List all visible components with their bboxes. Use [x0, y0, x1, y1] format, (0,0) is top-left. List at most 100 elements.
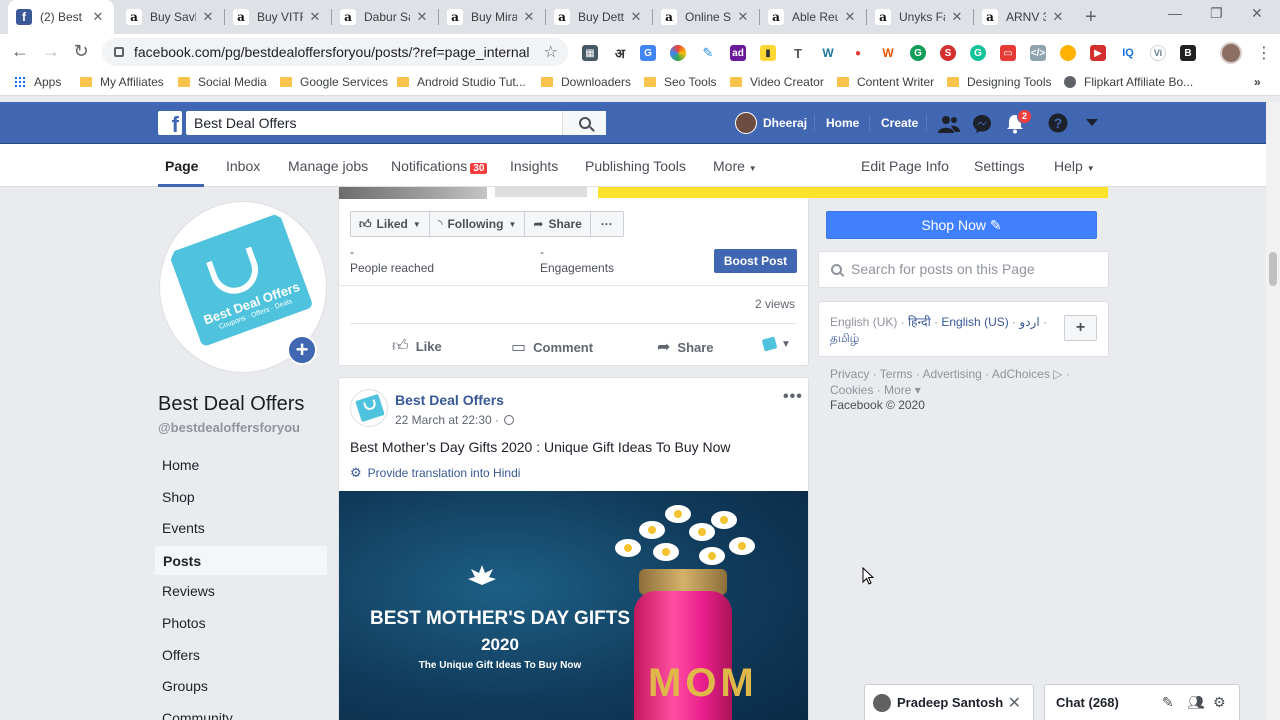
browser-tab[interactable]: a Buy VITR ✕ — [225, 0, 331, 34]
tab-insights[interactable]: Insights — [510, 158, 558, 174]
boost-post-button[interactable]: Boost Post — [714, 249, 797, 273]
extension-pen-icon[interactable]: ✎ — [700, 45, 716, 61]
extension-video-icon[interactable]: ▭ — [1000, 45, 1016, 61]
bookmark-folder[interactable]: Content Writer — [837, 75, 934, 89]
footer-links-line[interactable]: Cookies · More ▾ — [830, 382, 1070, 398]
profile-link[interactable]: Dheeraj — [735, 102, 807, 144]
bookmark-folder[interactable]: Social Media — [178, 75, 267, 89]
extension-wp-icon[interactable]: W — [880, 45, 896, 61]
close-icon[interactable]: ✕ — [521, 9, 537, 25]
scrollbar-thumb[interactable] — [1269, 252, 1277, 286]
tab-more[interactable]: More ▼ — [713, 158, 757, 174]
extension-text-icon[interactable]: T — [790, 45, 806, 61]
extension-color-icon[interactable] — [670, 45, 686, 61]
bookmark-folder[interactable]: My Affiliates — [80, 75, 164, 89]
comment-action[interactable]: ▭ Comment — [511, 337, 593, 357]
sidebar-item-community[interactable]: Community — [154, 703, 328, 720]
group-chat-icon[interactable]: 👥︎ — [1187, 694, 1205, 711]
language-link-urdu[interactable]: اردو — [1019, 315, 1039, 329]
close-icon[interactable]: ✕ — [735, 9, 751, 25]
close-icon[interactable]: ✕ — [414, 9, 430, 25]
close-icon[interactable]: ✕ — [628, 9, 644, 25]
browser-profile-avatar[interactable] — [1220, 42, 1242, 64]
sidebar-item-events[interactable]: Events — [154, 513, 328, 545]
close-icon[interactable]: ✕ — [1008, 693, 1021, 713]
bookmark-link[interactable]: Flipkart Affiliate Bo... — [1064, 75, 1193, 89]
close-icon[interactable]: ✕ — [842, 9, 858, 25]
bookmark-folder[interactable]: Designing Tools — [947, 75, 1052, 89]
footer-links-line[interactable]: Privacy · Terms · Advertising · AdChoice… — [830, 366, 1070, 382]
close-icon[interactable]: ✕ — [200, 9, 216, 25]
chat-tab-contact[interactable]: Pradeep Santosh ✕ — [864, 684, 1034, 720]
page-username[interactable]: @bestdealoffersforyou — [158, 420, 300, 435]
tab-manage-jobs[interactable]: Manage jobs — [288, 158, 368, 174]
page-title[interactable]: Best Deal Offers — [158, 393, 304, 416]
account-menu-caret-icon[interactable] — [1086, 119, 1098, 127]
back-arrow-icon[interactable]: ← — [9, 41, 31, 62]
help-link[interactable]: Help ▼ — [1054, 158, 1095, 174]
language-link-tamil[interactable]: தமிழ் — [830, 331, 859, 345]
more-bookmarks-chevron-icon[interactable]: » — [1254, 75, 1261, 89]
home-link[interactable]: Home — [826, 102, 859, 144]
window-close-icon[interactable]: ✕ — [1251, 5, 1263, 22]
create-link[interactable]: Create — [881, 102, 918, 144]
post-author-name[interactable]: Best Deal Offers — [395, 392, 504, 408]
extension-red-icon[interactable]: ● — [850, 45, 866, 61]
footer-links[interactable]: Privacy · Terms · Advertising · AdChoice… — [830, 366, 1070, 398]
post-as-selector[interactable]: ▼ — [761, 336, 791, 352]
sidebar-item-offers[interactable]: Offers — [154, 640, 328, 672]
sidebar-item-photos[interactable]: Photos — [154, 608, 328, 640]
browser-tab-facebook[interactable]: f (2) Best D ✕ — [8, 0, 114, 34]
tab-notifications[interactable]: Notifications 30 — [391, 158, 488, 174]
liked-button[interactable]: 👍︎ Liked ▼ — [350, 211, 430, 237]
extension-code-icon[interactable]: </> — [1030, 45, 1046, 61]
extension-b-icon[interactable]: B — [1180, 45, 1196, 61]
views-count[interactable]: 2 views — [755, 297, 795, 311]
extension-vi-icon[interactable]: Vi — [1150, 45, 1166, 61]
following-button[interactable]: ◝ Following ▼ — [429, 211, 526, 237]
settings-link[interactable]: Settings — [974, 158, 1025, 174]
sidebar-item-posts[interactable]: Posts — [154, 544, 328, 577]
share-page-button[interactable]: ➦ Share — [525, 211, 591, 237]
close-icon[interactable]: ✕ — [307, 9, 323, 25]
extension-wordpress-icon[interactable]: W — [820, 45, 836, 61]
like-action[interactable]: 👍︎ Like — [392, 337, 442, 356]
browser-tab[interactable]: a Dabur Sa ✕ — [332, 0, 438, 34]
gear-icon[interactable]: ⚙ — [1213, 694, 1226, 711]
tab-publishing-tools[interactable]: Publishing Tools — [585, 158, 686, 174]
bookmark-folder[interactable]: Google Services — [280, 75, 388, 89]
new-message-icon[interactable]: ✎ — [1162, 694, 1174, 711]
forward-arrow-icon[interactable]: → — [40, 41, 62, 62]
language-link-english-us[interactable]: English (US) — [941, 315, 1008, 329]
share-action[interactable]: ➦ Share — [657, 337, 714, 357]
messenger-icon[interactable] — [972, 114, 992, 134]
maximize-icon[interactable]: ❐ — [1210, 5, 1223, 22]
close-icon[interactable]: ✕ — [90, 9, 106, 25]
new-tab-plus-icon[interactable]: + — [1085, 6, 1097, 29]
post-options-ellipsis-icon[interactable]: ••• — [783, 388, 803, 406]
close-icon[interactable]: ✕ — [1050, 9, 1066, 25]
extension-grammarly-icon[interactable]: G — [970, 45, 986, 61]
bookmark-folder[interactable]: Downloaders — [541, 75, 631, 89]
translate-link[interactable]: ⚙ Provide translation into Hindi — [350, 465, 520, 481]
post-image[interactable]: BEST MOTHER'S DAY GIFTS 2020 The Unique … — [339, 491, 808, 720]
edit-page-info-link[interactable]: Edit Page Info — [861, 158, 949, 174]
extension-translate-icon[interactable]: G — [640, 45, 656, 61]
extension-s-icon[interactable]: S — [940, 45, 956, 61]
extension-grammar-icon[interactable]: G — [910, 45, 926, 61]
facebook-logo-icon[interactable]: f — [158, 111, 182, 135]
sidebar-item-reviews[interactable]: Reviews — [154, 576, 328, 608]
help-icon[interactable]: ? — [1048, 113, 1068, 133]
extension-icon[interactable]: ▦ — [582, 45, 598, 61]
extension-hindi-icon[interactable]: अ — [612, 45, 628, 61]
extension-coin-icon[interactable] — [1060, 45, 1076, 61]
tab-page[interactable]: Page — [165, 158, 198, 174]
address-bar[interactable]: ☆ — [102, 38, 568, 66]
browser-tab[interactable]: a Buy Savlo ✕ — [118, 0, 224, 34]
browser-tab[interactable]: a Buy Mira ✕ — [439, 0, 545, 34]
bookmark-folder[interactable]: Seo Tools — [644, 75, 716, 89]
post-author-avatar[interactable] — [350, 389, 388, 427]
minimize-icon[interactable]: — — [1168, 5, 1182, 21]
url-input[interactable] — [134, 44, 534, 60]
close-icon[interactable]: ✕ — [949, 9, 965, 25]
